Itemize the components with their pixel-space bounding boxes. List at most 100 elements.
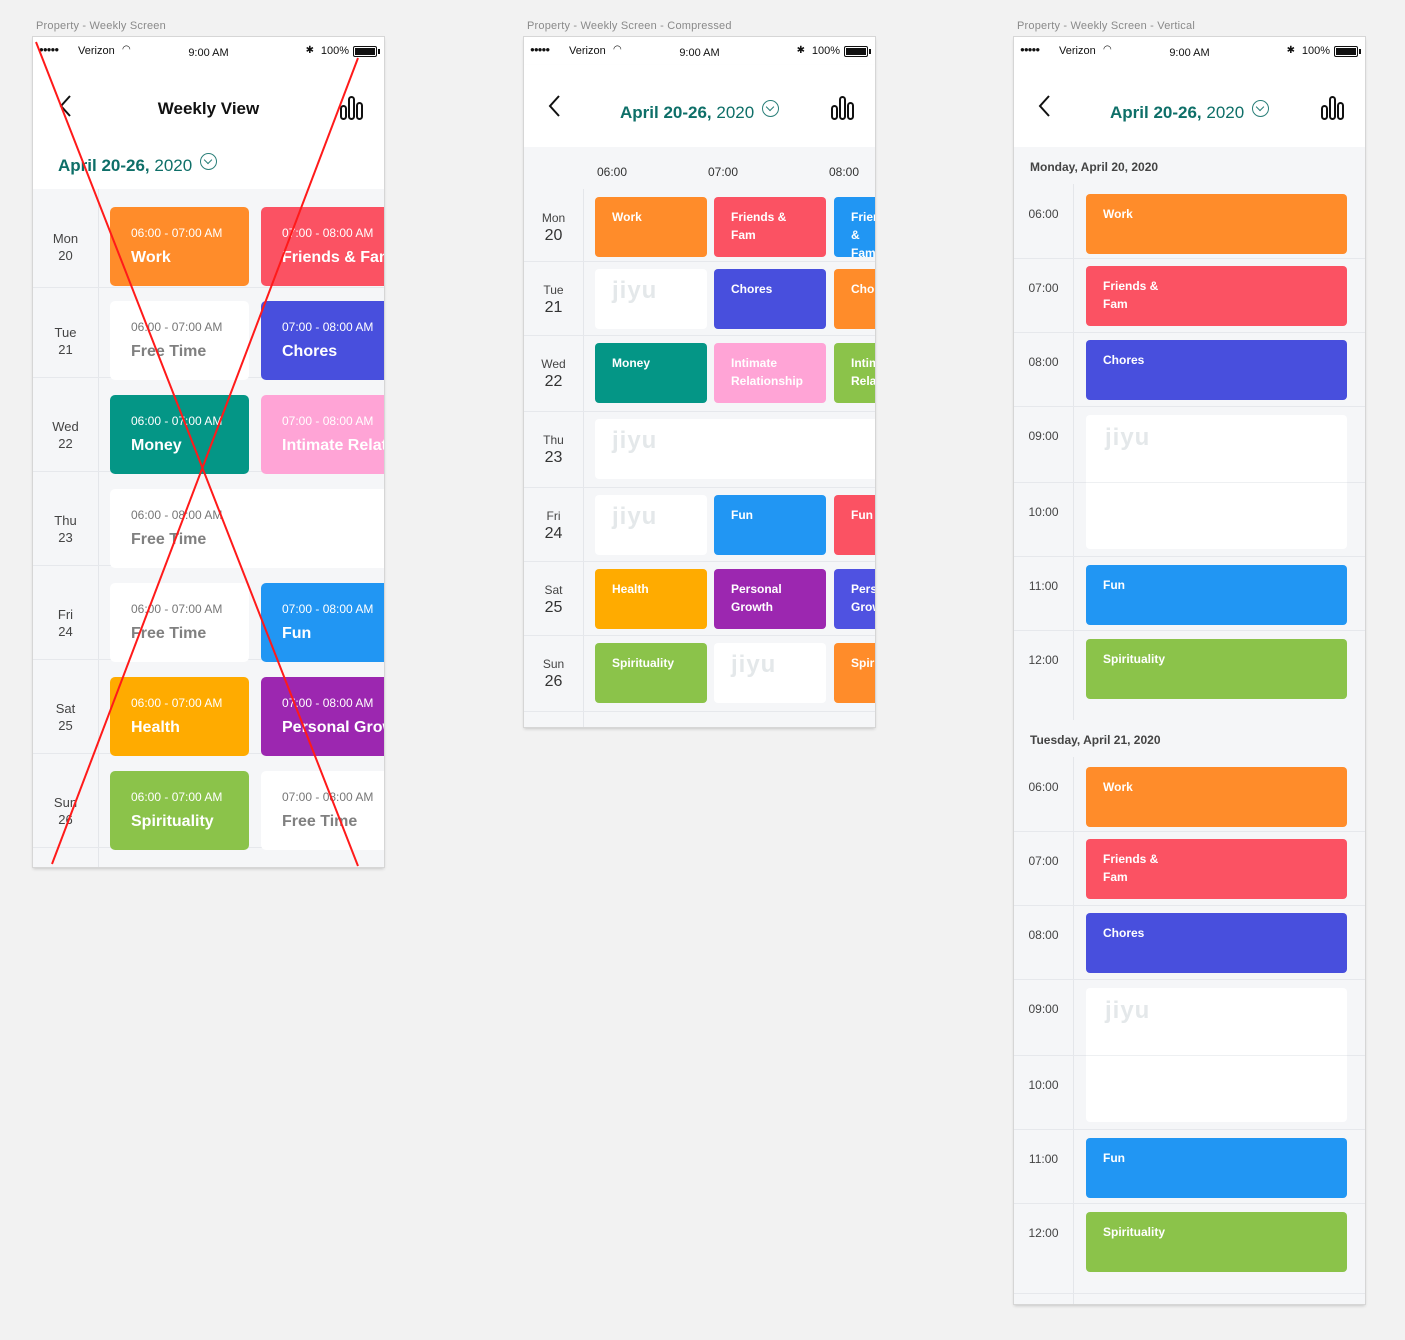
event-card[interactable]: Chores: [714, 269, 826, 329]
event-label: Chores: [1103, 353, 1145, 367]
hour-label: 07:00: [1028, 854, 1059, 868]
day-date: 23: [58, 530, 73, 545]
event-card[interactable]: 07:00 - 08:00 AM Personal Growth: [261, 677, 384, 756]
event-label: Spirituality: [1103, 1225, 1166, 1239]
event-card[interactable]: Health: [595, 569, 707, 629]
event-label: Friends & Fam: [1103, 852, 1159, 884]
event-card[interactable]: Chores: [1086, 340, 1347, 400]
event-card[interactable]: Personal Growth: [834, 569, 875, 629]
battery-label: 100%: [811, 45, 840, 57]
event-card[interactable]: Fun: [1086, 565, 1347, 625]
event-card[interactable]: Spirituality: [1086, 1212, 1347, 1272]
day-date: 25: [58, 718, 73, 733]
event-card[interactable]: Spirituality: [1086, 639, 1347, 699]
jiyu-logo: jiyu: [612, 277, 658, 304]
event-time: 07:00 - 08:00 AM: [282, 226, 374, 240]
hour-label: 09:00: [1028, 1002, 1059, 1016]
bluetooth-icon: ✱: [305, 45, 314, 56]
event-time: 06:00 - 07:00 AM: [131, 226, 223, 240]
event-label: Intimate Relationship: [731, 356, 804, 388]
event-card[interactable]: 07:00 - 08:00 AM Fun: [261, 583, 384, 662]
event-card[interactable]: 06:00 - 07:00 AM Money: [110, 395, 249, 474]
event-card[interactable]: 06:00 - 07:00 AM Work: [110, 207, 249, 286]
event-label: Work: [1103, 780, 1133, 794]
day-date: 26: [58, 812, 73, 827]
event-card[interactable]: Spirituality: [595, 643, 707, 703]
event-time: 06:00 - 08:00 AM: [131, 508, 223, 522]
event-label: Friends & Fam: [851, 210, 875, 257]
event-card[interactable]: Work: [1086, 194, 1347, 254]
back-button[interactable]: [540, 91, 570, 121]
hour-label: 07:00: [708, 165, 739, 179]
event-card[interactable]: 06:00 - 07:00 AM Health: [110, 677, 249, 756]
date-range-picker[interactable]: April 20-26, 2020: [58, 153, 218, 176]
day-label: Mon 20: [524, 210, 583, 246]
free-time-slot[interactable]: jiyu: [595, 419, 875, 479]
date-range-label: April 20-26,: [58, 156, 150, 175]
chevron-left-icon: [1038, 95, 1050, 117]
day-name: Thu: [54, 513, 77, 528]
hour-label: 07:00: [1028, 281, 1059, 295]
free-time-slot[interactable]: jiyu: [595, 269, 707, 329]
event-label: Spirituality: [1103, 652, 1166, 666]
event-card[interactable]: Personal Growth: [714, 569, 826, 629]
event-card[interactable]: Fun: [1086, 1138, 1347, 1198]
event-card[interactable]: Intimate Relationship: [834, 343, 875, 403]
hour-header: 06:00 07:00 08:00: [524, 147, 875, 189]
event-card[interactable]: Friends & Fam: [714, 197, 826, 257]
event-card[interactable]: Friends & Fam: [1086, 839, 1347, 899]
day-date: 24: [544, 525, 563, 542]
back-button[interactable]: [1030, 91, 1060, 121]
weekly-grid: Mon 20 Work Friends & Fam Friends & Fam Tue 21…: [524, 189, 875, 727]
event-card[interactable]: Fun: [834, 495, 875, 555]
event-card[interactable]: 06:00 - 07:00 AM Free Time: [110, 301, 249, 380]
stats-button[interactable]: [829, 94, 857, 122]
event-card[interactable]: 06:00 - 08:00 AM Free Time: [110, 489, 384, 568]
stats-button[interactable]: [1319, 94, 1347, 122]
day-name: Tue: [54, 325, 77, 340]
date-range-picker[interactable]: April 20-26, 2020: [620, 100, 780, 123]
event-card[interactable]: Money: [595, 343, 707, 403]
event-card[interactable]: Spirituality: [834, 643, 875, 703]
event-card[interactable]: Friends & Fam: [1086, 266, 1347, 326]
free-time-slot[interactable]: jiyu: [1086, 415, 1347, 549]
day-name: Mon: [541, 211, 566, 225]
event-card[interactable]: Fun: [714, 495, 826, 555]
jiyu-logo: jiyu: [731, 651, 777, 678]
event-time: 06:00 - 07:00 AM: [131, 790, 223, 804]
day-date: 24: [58, 624, 73, 639]
event-card[interactable]: 07:00 - 08:00 AM Free Time: [261, 771, 384, 850]
event-card[interactable]: Work: [595, 197, 707, 257]
event-card[interactable]: Chores: [1086, 913, 1347, 973]
stats-button[interactable]: [338, 94, 366, 122]
event-card[interactable]: Chores: [834, 269, 875, 329]
free-time-slot[interactable]: jiyu: [595, 495, 707, 555]
date-range-picker[interactable]: April 20-26, 2020: [1110, 100, 1270, 123]
event-card[interactable]: 07:00 - 08:00 AM Chores: [261, 301, 384, 380]
event-card[interactable]: Work: [1086, 767, 1347, 827]
hour-label: 11:00: [1028, 1152, 1059, 1166]
day-label: Sat 25: [33, 700, 98, 734]
event-card[interactable]: Friends & Fam: [834, 197, 875, 257]
event-label: Free Time: [131, 625, 207, 642]
event-card[interactable]: 07:00 - 08:00 AM Friends & Fam: [261, 207, 384, 286]
frame3-caption: Property - Weekly Screen - Vertical: [1017, 20, 1195, 32]
weekly-view-screen: ●●●●● Verizon ◠ 9:00 AM ✱ 100% Weekly Vi…: [33, 37, 384, 867]
event-card[interactable]: 06:00 - 07:00 AM Spirituality: [110, 771, 249, 850]
day-name: Wed: [541, 357, 566, 371]
chevron-left-icon: [548, 95, 560, 117]
event-card[interactable]: Intimate Relationship: [714, 343, 826, 403]
bluetooth-icon: ✱: [796, 45, 805, 56]
day-date: 22: [544, 373, 563, 390]
free-time-slot[interactable]: jiyu: [714, 643, 826, 703]
event-card[interactable]: 07:00 - 08:00 AM Intimate Relationship: [261, 395, 384, 474]
day-label: Wed 22: [524, 356, 583, 392]
event-card[interactable]: 06:00 - 07:00 AM Free Time: [110, 583, 249, 662]
event-label: Money: [612, 356, 651, 370]
hour-label: 12:00: [1028, 1226, 1059, 1240]
hour-label: 08:00: [1028, 355, 1059, 369]
event-label: Chores: [851, 282, 875, 296]
free-time-slot[interactable]: jiyu: [1086, 988, 1347, 1122]
event-time: 07:00 - 08:00 AM: [282, 320, 374, 334]
status-bar: ●●●●● Verizon ◠ 9:00 AM ✱ 100%: [1014, 37, 1365, 65]
